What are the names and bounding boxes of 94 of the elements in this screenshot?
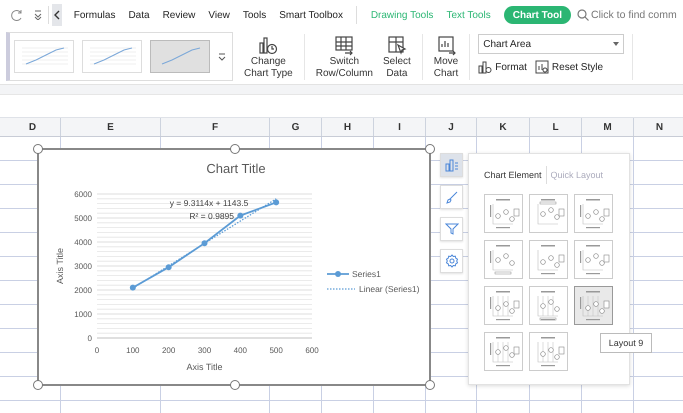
- caret-icon: [613, 42, 620, 46]
- brush-icon: [444, 190, 458, 204]
- column-header[interactable]: L: [530, 118, 582, 136]
- layout-option[interactable]: [484, 332, 523, 371]
- change-chart-type-button[interactable]: Change Chart Type: [241, 34, 296, 80]
- layout-option[interactable]: [574, 194, 613, 233]
- y-tick-label: 1000: [74, 310, 92, 319]
- layout-option[interactable]: [484, 194, 523, 233]
- x-tick-label: 600: [305, 346, 319, 355]
- x-tick-label: 500: [269, 346, 283, 355]
- scroll-left-button[interactable]: [52, 4, 62, 26]
- column-header[interactable]: I: [374, 118, 426, 136]
- y-tick-label: 4000: [74, 238, 92, 247]
- tooltip: Layout 9: [600, 333, 652, 353]
- ribbon-tab[interactable]: Formulas: [74, 6, 116, 24]
- column-header[interactable]: N: [634, 118, 683, 136]
- format-icon: [478, 60, 492, 74]
- chart-title: Chart Title: [206, 161, 266, 176]
- data-point: [273, 199, 280, 206]
- resize-handle[interactable]: [230, 380, 240, 390]
- ribbon-tab[interactable]: Smart Toolbox: [279, 6, 343, 24]
- x-axis-title: Axis Title: [186, 362, 222, 372]
- ribbon-button[interactable]: Switch Row/Column: [312, 34, 376, 80]
- trendline-equation: y = 9.3114x + 1143.5: [170, 198, 248, 208]
- layout-option[interactable]: [529, 240, 568, 279]
- settings-icon: [444, 254, 458, 268]
- chart-elements-icon: [444, 158, 458, 172]
- y-tick-label: 5000: [74, 214, 92, 223]
- chart-element-dropdown[interactable]: Chart Area: [478, 34, 624, 54]
- data-point: [202, 240, 208, 246]
- data-point: [166, 264, 172, 270]
- y-axis-title: Axis Title: [55, 248, 65, 284]
- ribbon-tab[interactable]: Review: [162, 6, 196, 24]
- data-point: [237, 212, 244, 219]
- ribbon-button[interactable]: Select Data: [380, 34, 414, 80]
- layout-option[interactable]: [574, 286, 613, 325]
- dropdown-icon[interactable]: [33, 10, 43, 20]
- filter-icon: [444, 222, 458, 236]
- y-tick-label: 0: [88, 334, 92, 343]
- column-header[interactable]: G: [270, 118, 322, 136]
- layout-option[interactable]: [574, 240, 613, 279]
- chevron-left-icon: [54, 10, 60, 20]
- column-header[interactable]: M: [582, 118, 634, 136]
- column-header[interactable]: E: [61, 118, 161, 136]
- column-header[interactable]: K: [477, 118, 530, 136]
- column-header[interactable]: F: [161, 118, 270, 136]
- y-tick-label: 3000: [74, 262, 92, 271]
- column-header[interactable]: J: [426, 118, 477, 136]
- r-squared-label: R² = 0.9895: [189, 211, 234, 221]
- x-tick-label: 300: [198, 346, 212, 355]
- y-tick-label: 2000: [74, 286, 92, 295]
- redo-icon[interactable]: [11, 9, 23, 21]
- chart-style-option[interactable]: [150, 40, 210, 73]
- chart-side-button[interactable]: [440, 249, 463, 273]
- data-point: [130, 284, 136, 291]
- layout-option[interactable]: [529, 286, 568, 325]
- legend-label: Series1: [352, 269, 381, 279]
- x-tick-label: 100: [126, 346, 140, 355]
- chart-side-button[interactable]: [440, 185, 463, 209]
- table-switch-icon: [333, 34, 356, 56]
- layout-option[interactable]: [484, 286, 523, 325]
- layout-option[interactable]: [529, 194, 568, 233]
- reset-style-icon: [534, 60, 549, 74]
- ribbon-tab[interactable]: View: [208, 6, 230, 24]
- search-icon: [577, 9, 589, 21]
- ribbon-button[interactable]: Format: [478, 60, 527, 74]
- more-styles-icon[interactable]: [218, 52, 228, 60]
- legend-label: Linear (Series1): [359, 284, 420, 294]
- ribbon-tab[interactable]: Tools: [242, 6, 266, 24]
- legend-marker: [327, 271, 349, 277]
- layout-option[interactable]: [484, 240, 523, 279]
- resize-handle[interactable]: [425, 144, 435, 154]
- search-field[interactable]: Click to find comm: [591, 9, 683, 21]
- panel-tab[interactable]: Chart Element: [484, 170, 542, 180]
- chart-side-button[interactable]: [440, 153, 463, 177]
- ribbon-tab[interactable]: Data: [128, 6, 150, 24]
- select-data-icon: [386, 34, 408, 56]
- ribbon-button[interactable]: Reset Style: [534, 60, 604, 74]
- x-tick-label: 0: [94, 346, 100, 355]
- y-tick-label: 6000: [74, 190, 92, 199]
- column-header[interactable]: H: [322, 118, 374, 136]
- chart-style-option[interactable]: [14, 40, 74, 73]
- move-chart-button[interactable]: Move Chart: [430, 34, 462, 80]
- layout-option[interactable]: [529, 332, 568, 371]
- resize-handle[interactable]: [33, 380, 43, 390]
- column-header[interactable]: D: [5, 118, 61, 136]
- resize-handle[interactable]: [33, 144, 43, 154]
- x-tick-label: 400: [234, 346, 248, 355]
- legend-marker: [327, 288, 355, 290]
- resize-handle[interactable]: [230, 144, 240, 154]
- chart-style-option[interactable]: [82, 40, 142, 73]
- chart-side-button[interactable]: [440, 217, 463, 241]
- x-tick-label: 200: [162, 346, 176, 355]
- resize-handle[interactable]: [425, 380, 435, 390]
